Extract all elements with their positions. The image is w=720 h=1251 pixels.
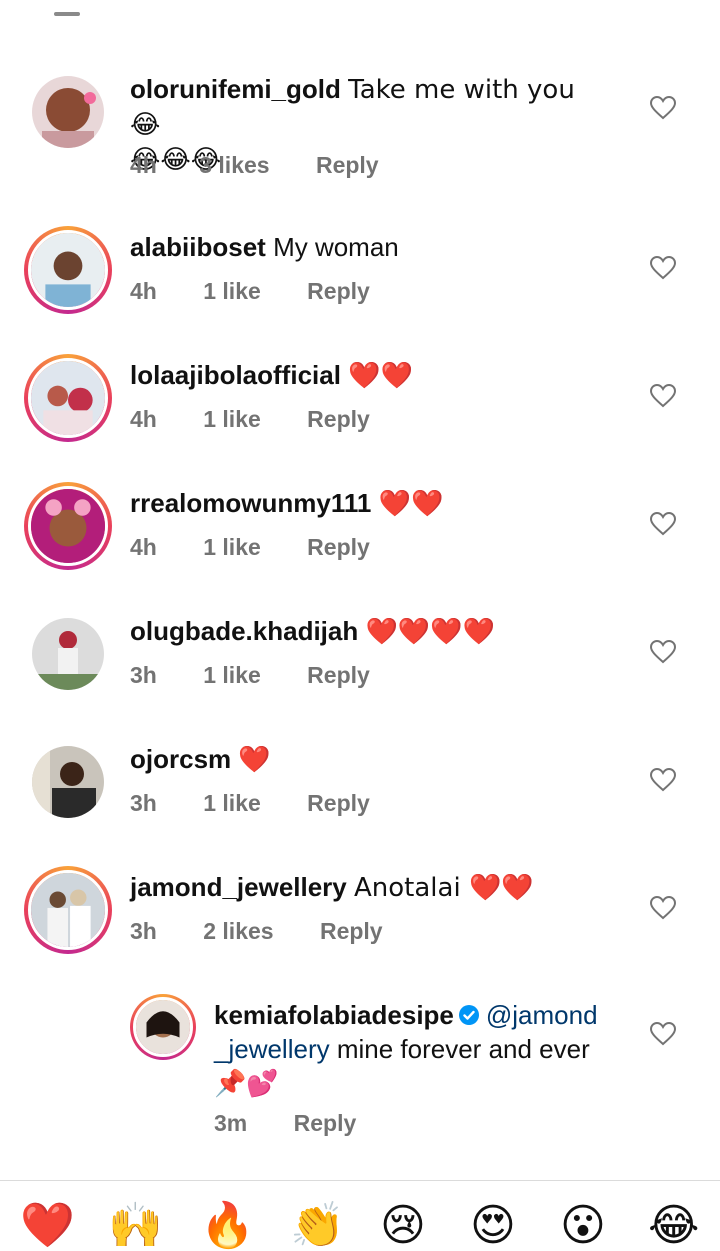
- laughing-emoji-button[interactable]: 😂: [648, 1201, 699, 1251]
- comment-meta: 4h 1 like Reply: [130, 534, 370, 561]
- verified-badge-icon: [458, 1000, 480, 1025]
- comment-text: kemiafolabiadesipe @jamond _jewellery min…: [214, 1000, 598, 1099]
- likes-count[interactable]: 1 like: [203, 534, 261, 561]
- clapping-emoji-button[interactable]: 👏: [290, 1201, 345, 1251]
- reply-button[interactable]: Reply: [307, 790, 370, 817]
- mention-link[interactable]: @jamond: [486, 1000, 598, 1030]
- comment-text: rrealomowunmy111 ❤️❤️: [130, 488, 444, 519]
- comment-meta: 4h 3 likes Reply: [130, 152, 379, 179]
- timestamp: 4h: [130, 278, 157, 304]
- reply-button[interactable]: Reply: [307, 406, 370, 433]
- like-heart-icon[interactable]: [650, 512, 676, 536]
- like-heart-icon[interactable]: [650, 384, 676, 408]
- avatar[interactable]: [32, 76, 104, 148]
- like-heart-icon[interactable]: [650, 1022, 676, 1046]
- mention-link[interactable]: _jewellery: [214, 1034, 330, 1064]
- username[interactable]: alabiiboset: [130, 232, 266, 262]
- avatar[interactable]: [32, 746, 104, 818]
- crying-emoji-button[interactable]: 😢: [380, 1201, 426, 1251]
- likes-count[interactable]: 1 like: [203, 406, 261, 433]
- username[interactable]: jamond_jewellery: [130, 872, 347, 902]
- likes-count[interactable]: 2 likes: [203, 918, 273, 945]
- reply-button[interactable]: Reply: [307, 278, 370, 305]
- comment-meta: 3h 1 like Reply: [130, 790, 370, 817]
- like-heart-icon[interactable]: [650, 640, 676, 664]
- scroll-fragment: [54, 12, 80, 16]
- red-heart-emoji-button[interactable]: ❤️: [20, 1201, 75, 1251]
- surprised-emoji-button[interactable]: 😮: [560, 1201, 606, 1251]
- timestamp: 4h: [130, 406, 157, 432]
- avatar[interactable]: [24, 354, 112, 442]
- username[interactable]: olorunifemi_gold: [130, 74, 341, 104]
- comment-meta: 3h 1 like Reply: [130, 662, 370, 689]
- like-heart-icon[interactable]: [650, 96, 676, 120]
- like-heart-icon[interactable]: [650, 768, 676, 792]
- avatar[interactable]: [24, 866, 112, 954]
- likes-count[interactable]: 1 like: [203, 278, 261, 305]
- fire-emoji-button[interactable]: 🔥: [200, 1201, 255, 1251]
- comment-meta: 4h 1 like Reply: [130, 406, 370, 433]
- likes-count[interactable]: 1 like: [203, 790, 261, 817]
- username[interactable]: lolaajibolaofficial: [130, 360, 341, 390]
- emoji-quick-bar: ❤️ 🙌 🔥 👏 😢 😍 😮 😂: [0, 1180, 720, 1251]
- timestamp: 3m: [214, 1110, 248, 1136]
- comment-text: alabiiboset My woman: [130, 232, 399, 262]
- timestamp: 3h: [130, 790, 157, 816]
- comment-meta: 4h 1 like Reply: [130, 278, 370, 305]
- like-heart-icon[interactable]: [650, 256, 676, 280]
- avatar[interactable]: [130, 994, 196, 1060]
- comment-meta: 3m Reply: [214, 1110, 356, 1137]
- heart-eyes-emoji-button[interactable]: 😍: [470, 1201, 516, 1251]
- username[interactable]: olugbade.khadijah: [130, 616, 358, 646]
- comment-meta: 3h 2 likes Reply: [130, 918, 383, 945]
- comment-text: ojorcsm ❤️: [130, 744, 271, 775]
- username[interactable]: kemiafolabiadesipe: [214, 1000, 454, 1030]
- like-heart-icon[interactable]: [650, 896, 676, 920]
- avatar[interactable]: [24, 226, 112, 314]
- comment-text: olugbade.khadijah ❤️❤️❤️❤️: [130, 616, 495, 647]
- reply-button[interactable]: Reply: [307, 662, 370, 689]
- username[interactable]: rrealomowunmy111: [130, 488, 371, 518]
- avatar[interactable]: [24, 482, 112, 570]
- avatar[interactable]: [32, 618, 104, 690]
- reply-button[interactable]: Reply: [316, 152, 379, 179]
- timestamp: 4h: [130, 534, 157, 560]
- likes-count[interactable]: 3 likes: [199, 152, 269, 179]
- comment-text: lolaajibolaofficial ❤️❤️: [130, 360, 413, 391]
- timestamp: 4h: [130, 152, 157, 178]
- reply-button[interactable]: Reply: [307, 534, 370, 561]
- reply-button[interactable]: Reply: [320, 918, 383, 945]
- likes-count[interactable]: 1 like: [203, 662, 261, 689]
- comment-text: jamond_jewellery Anotalai ❤️❤️: [130, 872, 534, 903]
- username[interactable]: ojorcsm: [130, 744, 231, 774]
- timestamp: 3h: [130, 662, 157, 688]
- reply-button[interactable]: Reply: [294, 1110, 357, 1137]
- timestamp: 3h: [130, 918, 157, 944]
- raised-hands-emoji-button[interactable]: 🙌: [108, 1201, 163, 1251]
